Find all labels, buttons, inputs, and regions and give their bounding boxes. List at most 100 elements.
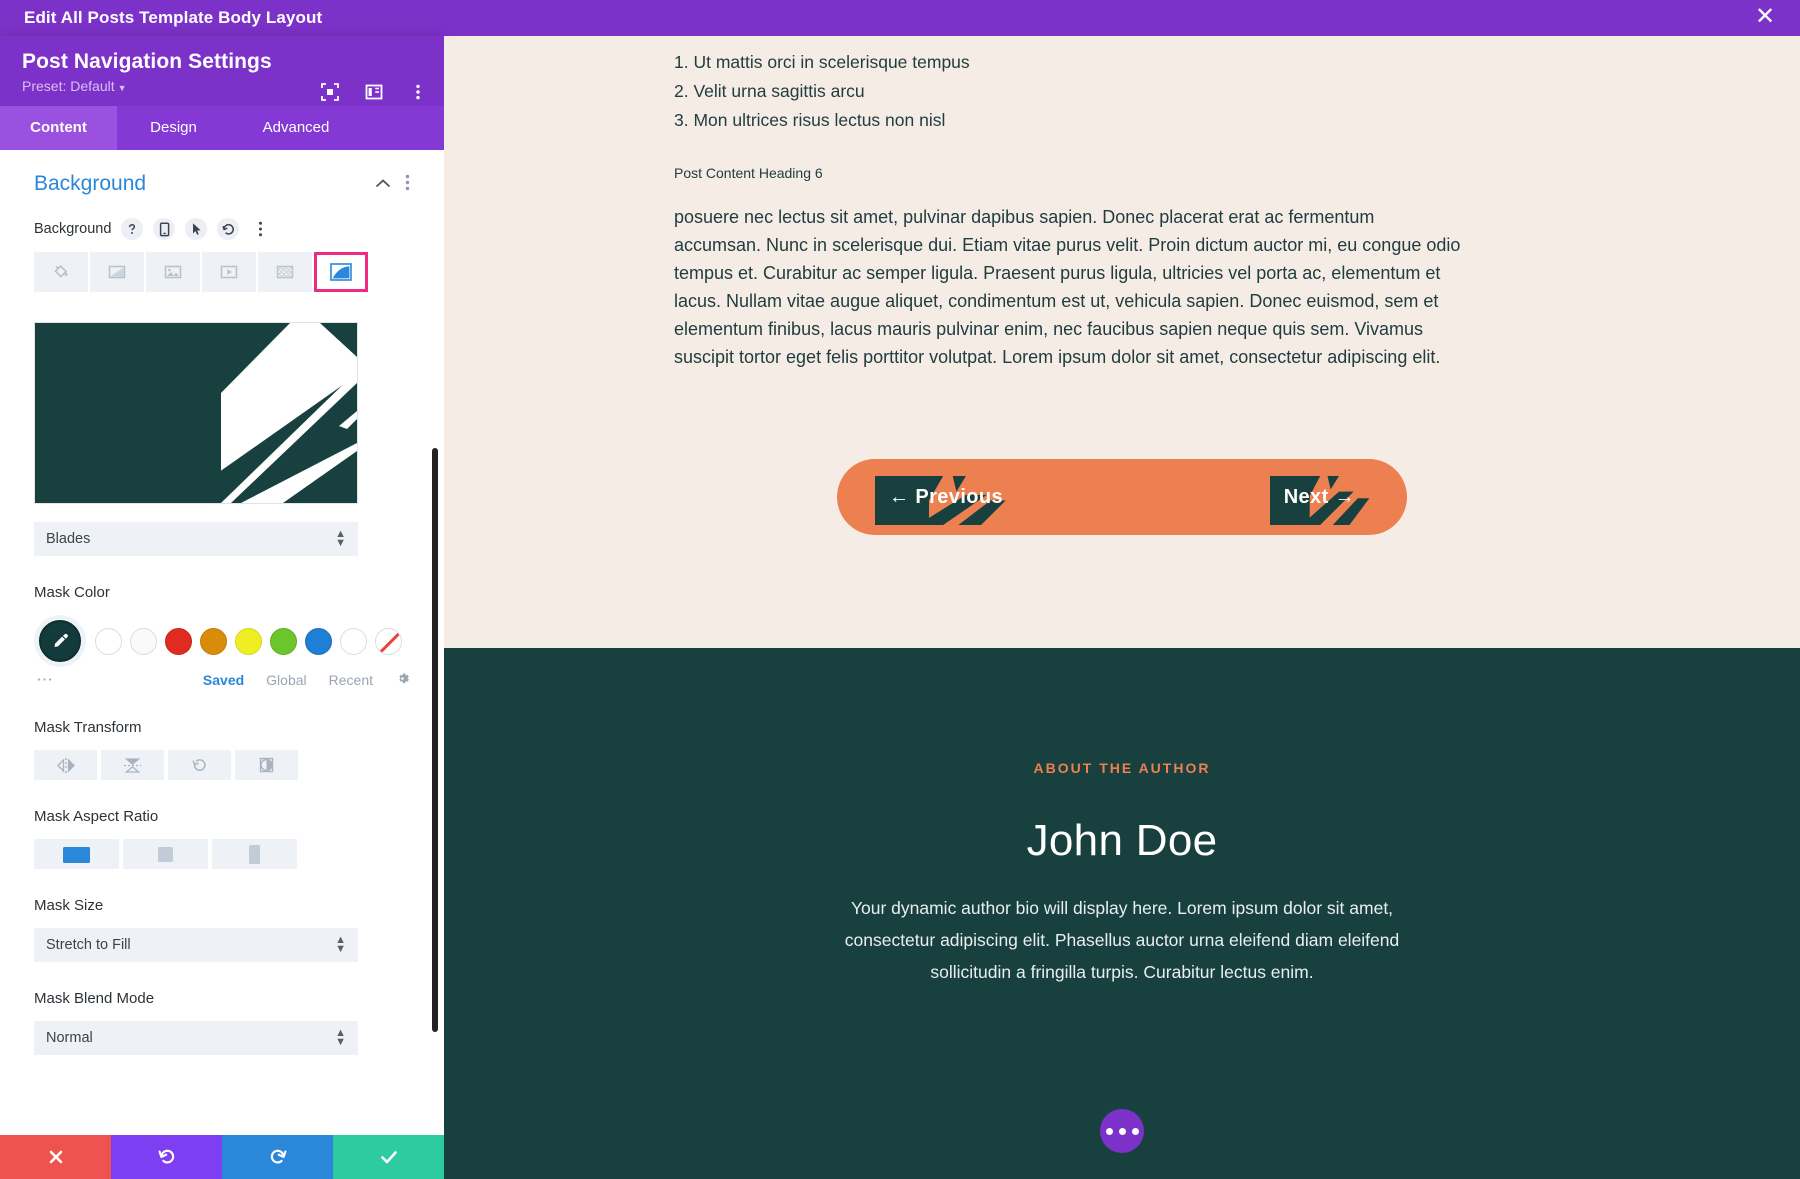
- undo-button[interactable]: [111, 1135, 222, 1179]
- author-eyebrow: ABOUT THE AUTHOR: [1033, 760, 1211, 776]
- mask-color-meta-row: ⋯ Saved Global Recent: [34, 671, 410, 689]
- list-item: 2. Velit urna sagittis arcu: [674, 81, 865, 101]
- settings-panel: Post Navigation Settings Preset: Default…: [0, 36, 444, 1179]
- list-item: 1. Ut mattis orci in scelerisque tempus: [674, 52, 970, 72]
- video-icon[interactable]: [202, 252, 256, 292]
- more-dots-icon[interactable]: ⋯: [36, 671, 55, 688]
- section-menu-icon[interactable]: [405, 174, 410, 195]
- square-ratio-icon[interactable]: [123, 839, 208, 869]
- list-item: 3. Mon ultrices risus lectus non nisl: [674, 110, 946, 130]
- tab-design[interactable]: Design: [117, 106, 230, 150]
- post-heading-6: Post Content Heading 6: [674, 165, 823, 181]
- page-preview: 1. Ut mattis orci in scelerisque tempus …: [444, 36, 1800, 1179]
- eyedropper-icon: [39, 620, 81, 662]
- mask-aspect-ratio-label: Mask Aspect Ratio: [34, 808, 159, 825]
- responsive-icon[interactable]: [153, 218, 176, 240]
- swatch-red[interactable]: [165, 627, 192, 655]
- post-ordered-list: 1. Ut mattis orci in scelerisque tempus …: [674, 48, 1740, 135]
- panel-header-icons: [320, 82, 428, 102]
- panel-tabs: Content Design Advanced: [0, 106, 444, 150]
- panel-title: Post Navigation Settings: [22, 50, 272, 73]
- mask-aspect-ratio-buttons: [34, 839, 410, 869]
- close-icon[interactable]: ✕: [1752, 5, 1778, 31]
- mask-color-label: Mask Color: [34, 584, 110, 601]
- swatch-white-2[interactable]: [130, 627, 157, 655]
- mask-style-value: Blades: [46, 531, 91, 547]
- tab-advanced[interactable]: Advanced: [230, 106, 362, 150]
- hover-icon[interactable]: [185, 218, 208, 240]
- redo-button[interactable]: [222, 1135, 333, 1179]
- portrait-ratio-icon[interactable]: [212, 839, 297, 869]
- select-arrows-icon: ▲ ▼: [335, 1027, 346, 1048]
- background-field-label: Background: [34, 221, 112, 237]
- swatch-blue[interactable]: [305, 627, 332, 655]
- mask-color-swatches: [34, 615, 410, 667]
- swatch-yellow[interactable]: [235, 627, 262, 655]
- focus-icon[interactable]: [320, 82, 340, 102]
- gear-icon[interactable]: [395, 671, 410, 689]
- vertical-dots-icon[interactable]: [408, 82, 428, 102]
- cancel-button[interactable]: [0, 1135, 111, 1179]
- mask-transform-buttons: [34, 750, 410, 780]
- top-bar: Edit All Posts Template Body Layout ✕: [0, 0, 1800, 36]
- panel-header: Post Navigation Settings Preset: Default…: [0, 36, 444, 106]
- panel-scrollbar[interactable]: [432, 448, 438, 1032]
- swatch-green[interactable]: [270, 627, 297, 655]
- post-paragraph: posuere nec lectus sit amet, pulvinar da…: [674, 207, 1461, 367]
- section-title: Background: [34, 172, 147, 195]
- color-tab-saved[interactable]: Saved: [203, 672, 244, 688]
- mask-size-value: Stretch to Fill: [46, 937, 131, 953]
- swatch-orange[interactable]: [200, 627, 227, 655]
- post-navigation-wrap: ← Previous Next →: [444, 459, 1800, 535]
- gradient-icon[interactable]: [90, 252, 144, 292]
- preset-label: Preset: Default: [22, 78, 115, 94]
- color-picker-button[interactable]: [34, 615, 86, 667]
- ellipsis-icon[interactable]: [1100, 1109, 1144, 1153]
- color-tab-global[interactable]: Global: [266, 672, 306, 688]
- chevron-down-icon: ▼: [117, 83, 127, 93]
- panel-footer: [0, 1135, 444, 1179]
- tab-content[interactable]: Content: [0, 106, 117, 150]
- reset-icon[interactable]: [217, 218, 240, 240]
- layout-columns-icon[interactable]: [364, 82, 384, 102]
- swatch-white-1[interactable]: [95, 627, 122, 655]
- invert-icon[interactable]: [235, 750, 298, 780]
- swatch-white-3[interactable]: [340, 627, 367, 655]
- background-section-header: Background: [34, 172, 410, 196]
- author-section: ABOUT THE AUTHOR John Doe Your dynamic a…: [444, 648, 1800, 1179]
- swatch-none[interactable]: [375, 627, 402, 655]
- mask-preview: [34, 322, 358, 504]
- select-arrows-icon: ▲ ▼: [335, 528, 346, 549]
- mask-style-select[interactable]: Blades ▲ ▼: [34, 522, 358, 556]
- background-field-label-row: Background: [34, 218, 410, 240]
- author-bio: Your dynamic author bio will display her…: [844, 898, 1400, 982]
- chevron-up-icon[interactable]: [375, 177, 391, 192]
- help-icon[interactable]: [121, 218, 144, 240]
- color-fill-icon[interactable]: [34, 252, 88, 292]
- author-name: John Doe: [1026, 816, 1218, 865]
- mask-size-select[interactable]: Stretch to Fill ▲ ▼: [34, 928, 358, 962]
- pattern-icon[interactable]: [258, 252, 312, 292]
- previous-link-label: ← Previous: [889, 485, 1004, 508]
- post-navigation-bar: ← Previous Next →: [837, 459, 1407, 535]
- mask-blend-mode-select[interactable]: Normal ▲ ▼: [34, 1021, 358, 1055]
- app-screen: Edit All Posts Template Body Layout ✕ Po…: [0, 0, 1800, 1179]
- rotate-icon[interactable]: [168, 750, 231, 780]
- mask-transform-label: Mask Transform: [34, 719, 142, 736]
- save-button[interactable]: [333, 1135, 444, 1179]
- flip-vertical-icon[interactable]: [101, 750, 164, 780]
- color-tab-recent[interactable]: Recent: [329, 672, 373, 688]
- flip-horizontal-icon[interactable]: [34, 750, 97, 780]
- panel-body: Background Background Blades ▲ ▼ Mask Co…: [0, 150, 444, 1135]
- select-arrows-icon: ▲ ▼: [335, 934, 346, 955]
- mask-size-label: Mask Size: [34, 897, 104, 914]
- mask-blend-mode-label: Mask Blend Mode: [34, 990, 155, 1007]
- mask-icon[interactable]: [314, 252, 368, 292]
- previous-post-link[interactable]: ← Previous: [875, 475, 1011, 525]
- next-post-link[interactable]: Next →: [1269, 475, 1369, 525]
- mask-preview-blades-shape: [35, 323, 357, 503]
- landscape-ratio-icon[interactable]: [34, 839, 119, 869]
- image-icon[interactable]: [146, 252, 200, 292]
- mask-blend-mode-value: Normal: [46, 1030, 93, 1046]
- field-menu-icon[interactable]: [249, 218, 271, 240]
